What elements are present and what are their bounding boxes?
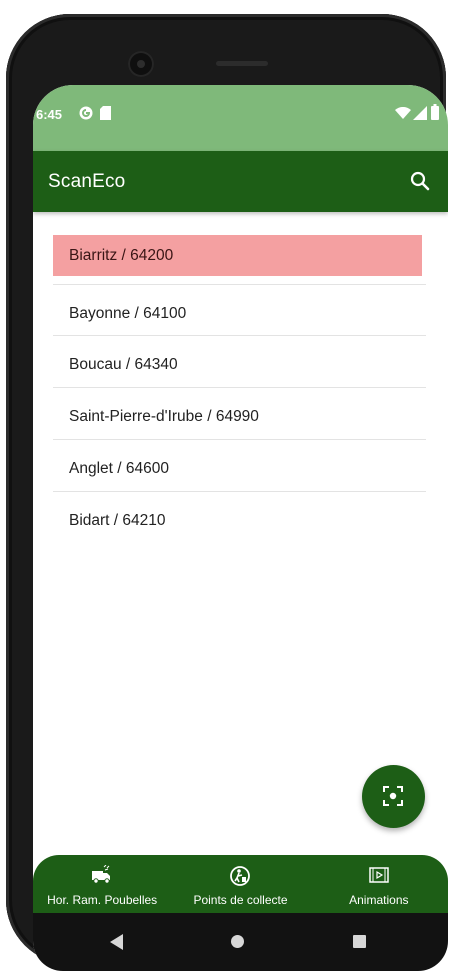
search-icon[interactable] bbox=[408, 169, 432, 193]
phone-frame: 6:45 ScanEco Biarritz / 64200 Bayonne / … bbox=[6, 14, 448, 971]
app-title: ScanEco bbox=[48, 171, 126, 192]
nav-label: Animations bbox=[349, 893, 409, 907]
nav-item-horaires-ramassage[interactable]: Hor. Ram. Poubelles bbox=[33, 855, 171, 913]
wifi-icon bbox=[395, 107, 411, 119]
nav-label: Points de collecte bbox=[193, 893, 288, 907]
back-icon[interactable] bbox=[110, 934, 124, 950]
system-navigation-bar bbox=[33, 913, 448, 971]
video-play-icon bbox=[369, 867, 389, 883]
city-label: Boucau / 64340 bbox=[69, 356, 178, 373]
status-time: 6:45 bbox=[36, 107, 63, 122]
nav-item-animations[interactable]: Animations bbox=[310, 855, 448, 913]
bottom-navigation: Hor. Ram. Poubelles Points de collecte A… bbox=[33, 855, 448, 913]
garbage-truck-icon bbox=[92, 865, 111, 884]
status-bar: 6:45 bbox=[33, 85, 448, 151]
city-item-anglet[interactable]: Anglet / 64600 bbox=[53, 440, 426, 492]
city-list: Biarritz / 64200 Bayonne / 64100 Boucau … bbox=[53, 235, 426, 544]
scan-button[interactable] bbox=[362, 765, 425, 828]
app-bar: ScanEco bbox=[33, 151, 448, 212]
city-item-bayonne[interactable]: Bayonne / 64100 bbox=[53, 284, 426, 336]
recent-apps-button[interactable] bbox=[353, 935, 366, 948]
city-item-saint-pierre-d-irube[interactable]: Saint-Pierre-d'Irube / 64990 bbox=[53, 388, 426, 440]
nav-label: Hor. Ram. Poubelles bbox=[47, 893, 158, 907]
city-label: Bidart / 64210 bbox=[69, 512, 166, 529]
city-label: Anglet / 64600 bbox=[69, 460, 169, 477]
nav-item-points-de-collecte[interactable]: Points de collecte bbox=[171, 855, 309, 913]
app-screen: 6:45 ScanEco Biarritz / 64200 Bayonne / … bbox=[33, 85, 448, 971]
sd-card-icon bbox=[100, 106, 111, 120]
earpiece-speaker bbox=[216, 61, 268, 66]
city-item-biarritz[interactable]: Biarritz / 64200 bbox=[53, 235, 422, 276]
google-icon bbox=[79, 106, 93, 120]
city-label: Bayonne / 64100 bbox=[69, 305, 187, 322]
home-button[interactable] bbox=[231, 935, 244, 948]
cell-signal-icon bbox=[413, 106, 427, 120]
front-camera bbox=[128, 51, 154, 77]
battery-icon bbox=[431, 104, 439, 120]
city-item-boucau[interactable]: Boucau / 64340 bbox=[53, 336, 426, 388]
city-label: Biarritz / 64200 bbox=[69, 247, 174, 264]
city-label: Saint-Pierre-d'Irube / 64990 bbox=[69, 408, 259, 425]
recycling-person-icon bbox=[230, 866, 251, 886]
scan-icon bbox=[383, 786, 403, 806]
city-item-bidart[interactable]: Bidart / 64210 bbox=[53, 492, 426, 544]
